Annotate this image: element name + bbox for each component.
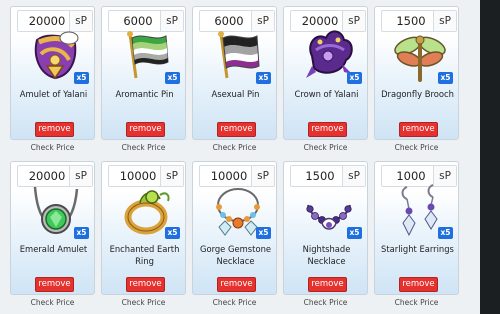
quantity-badge: x5 bbox=[347, 72, 362, 84]
item-card: sP x5 Dragonfly Brooch remove bbox=[374, 6, 459, 140]
check-price-link[interactable]: Check Price bbox=[283, 143, 368, 152]
item-card: sP x5 Nightshade Necklace remove bbox=[283, 161, 368, 295]
check-price-link[interactable]: Check Price bbox=[10, 298, 95, 307]
item-card: sP x5 Emerald Amulet remove bbox=[10, 161, 95, 295]
quantity-badge: x5 bbox=[438, 227, 453, 239]
item-name: Enchanted Earth Ring bbox=[109, 244, 180, 266]
check-price-link[interactable]: Check Price bbox=[374, 143, 459, 152]
quantity-badge: x5 bbox=[256, 72, 271, 84]
item-card: sP x5 Asexual Pin remove bbox=[192, 6, 277, 140]
quantity-badge: x5 bbox=[74, 72, 89, 84]
item-name: Amulet of Yalani bbox=[19, 89, 88, 99]
remove-button[interactable]: remove bbox=[399, 122, 438, 137]
item-name: Nightshade Necklace bbox=[302, 244, 351, 266]
page-edge bbox=[480, 0, 500, 314]
remove-button[interactable]: remove bbox=[308, 122, 347, 137]
remove-button[interactable]: remove bbox=[126, 122, 165, 137]
quantity-badge: x5 bbox=[165, 72, 180, 84]
inventory-grid: sP x5 Amulet of Yalani remove sP bbox=[0, 0, 500, 314]
quantity-badge: x5 bbox=[165, 227, 180, 239]
remove-button[interactable]: remove bbox=[399, 277, 438, 292]
item-name: Aromantic Pin bbox=[115, 89, 174, 99]
item-card: sP x5 Gorge Gemstone Necklace remove bbox=[192, 161, 277, 295]
item-card: sP x5 Amulet of Yalani remove bbox=[10, 6, 95, 140]
item-name: Gorge Gemstone Necklace bbox=[199, 244, 272, 266]
remove-button[interactable]: remove bbox=[217, 277, 256, 292]
check-price-link[interactable]: Check Price bbox=[192, 298, 277, 307]
check-price-link[interactable]: Check Price bbox=[192, 143, 277, 152]
quantity-badge: x5 bbox=[74, 227, 89, 239]
quantity-badge: x5 bbox=[438, 72, 453, 84]
item-card: sP x5 Starlight Earrings remove bbox=[374, 161, 459, 295]
check-price-link[interactable]: Check Price bbox=[10, 143, 95, 152]
item-name: Asexual Pin bbox=[211, 89, 260, 99]
check-price-link[interactable]: Check Price bbox=[374, 298, 459, 307]
check-price-link[interactable]: Check Price bbox=[283, 298, 368, 307]
quantity-badge: x5 bbox=[256, 227, 271, 239]
remove-button[interactable]: remove bbox=[35, 122, 74, 137]
remove-button[interactable]: remove bbox=[35, 277, 74, 292]
check-price-link[interactable]: Check Price bbox=[101, 298, 186, 307]
item-card: sP x5 Crown of Yalani remove bbox=[283, 6, 368, 140]
item-name: Emerald Amulet bbox=[19, 244, 88, 254]
item-card: sP x5 Aromantic Pin remove bbox=[101, 6, 186, 140]
remove-button[interactable]: remove bbox=[217, 122, 256, 137]
item-name: Dragonfly Brooch bbox=[381, 89, 454, 99]
quantity-badge: x5 bbox=[347, 227, 362, 239]
item-name: Starlight Earrings bbox=[381, 244, 454, 254]
item-name: Crown of Yalani bbox=[294, 89, 359, 99]
item-card: sP x5 Enchanted Earth Ring remove bbox=[101, 161, 186, 295]
remove-button[interactable]: remove bbox=[126, 277, 165, 292]
remove-button[interactable]: remove bbox=[308, 277, 347, 292]
check-price-link[interactable]: Check Price bbox=[101, 143, 186, 152]
